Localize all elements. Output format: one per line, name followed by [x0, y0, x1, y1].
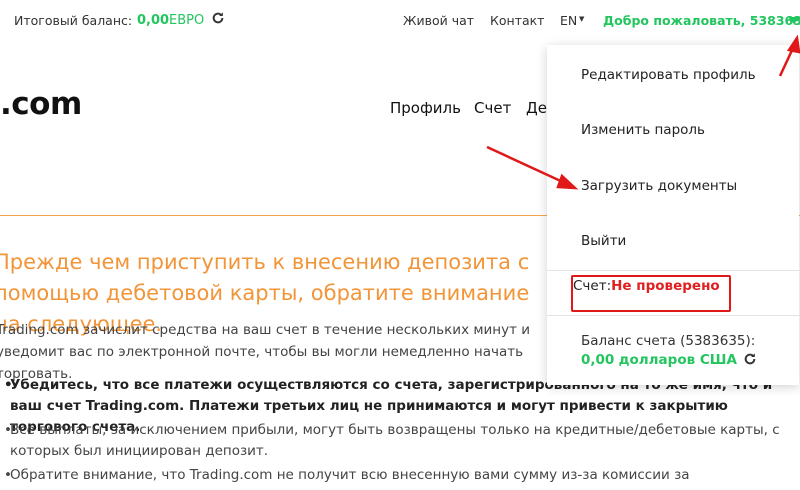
language-caret-icon: ▼: [579, 15, 585, 23]
refresh-icon[interactable]: [743, 352, 757, 366]
live-chat-link[interactable]: Живой чат: [403, 13, 474, 28]
account-balance-currency: долларов США: [618, 352, 737, 368]
menu-divider: [547, 315, 799, 316]
user-menu-toggle[interactable]: Добро пожаловать, 5383635: [603, 13, 800, 28]
nav-account[interactable]: Счет: [474, 99, 511, 117]
top-bar: Итоговый баланс: 0,00 ЕВРО Живой чат Кон…: [0, 0, 800, 44]
list-item: Обратите внимание, что Trading.com не по…: [4, 465, 790, 486]
nav-profile[interactable]: Профиль: [390, 99, 461, 117]
annotation-highlight-box: [571, 275, 731, 312]
refresh-icon[interactable]: [211, 11, 225, 25]
total-balance-label: Итоговый баланс:: [14, 13, 133, 28]
menu-item-upload-documents[interactable]: Загрузить документы: [581, 178, 737, 194]
nav-deposit[interactable]: Де: [526, 99, 547, 117]
user-dropdown-menu: Редактировать профиль Изменить пароль За…: [547, 45, 799, 385]
logo[interactable]: .com: [0, 86, 82, 122]
total-balance-currency: ЕВРО: [169, 13, 205, 28]
chevron-down-icon[interactable]: [788, 17, 800, 24]
account-balance-label: Баланс счета (5383635):: [581, 333, 756, 349]
menu-item-logout[interactable]: Выйти: [581, 233, 626, 249]
list-item: Все выплаты, за исключением прибыли, мог…: [4, 420, 790, 462]
menu-divider: [547, 270, 799, 271]
language-selector[interactable]: EN: [560, 13, 577, 28]
total-balance-value: 0,00: [137, 13, 170, 28]
contact-link[interactable]: Контакт: [490, 13, 544, 28]
menu-item-change-password[interactable]: Изменить пароль: [581, 122, 705, 138]
account-balance: Баланс счета (5383635): 0,00 долларов СШ…: [581, 332, 791, 370]
account-balance-value: 0,00: [581, 352, 615, 368]
menu-item-edit-profile[interactable]: Редактировать профиль: [581, 67, 756, 83]
